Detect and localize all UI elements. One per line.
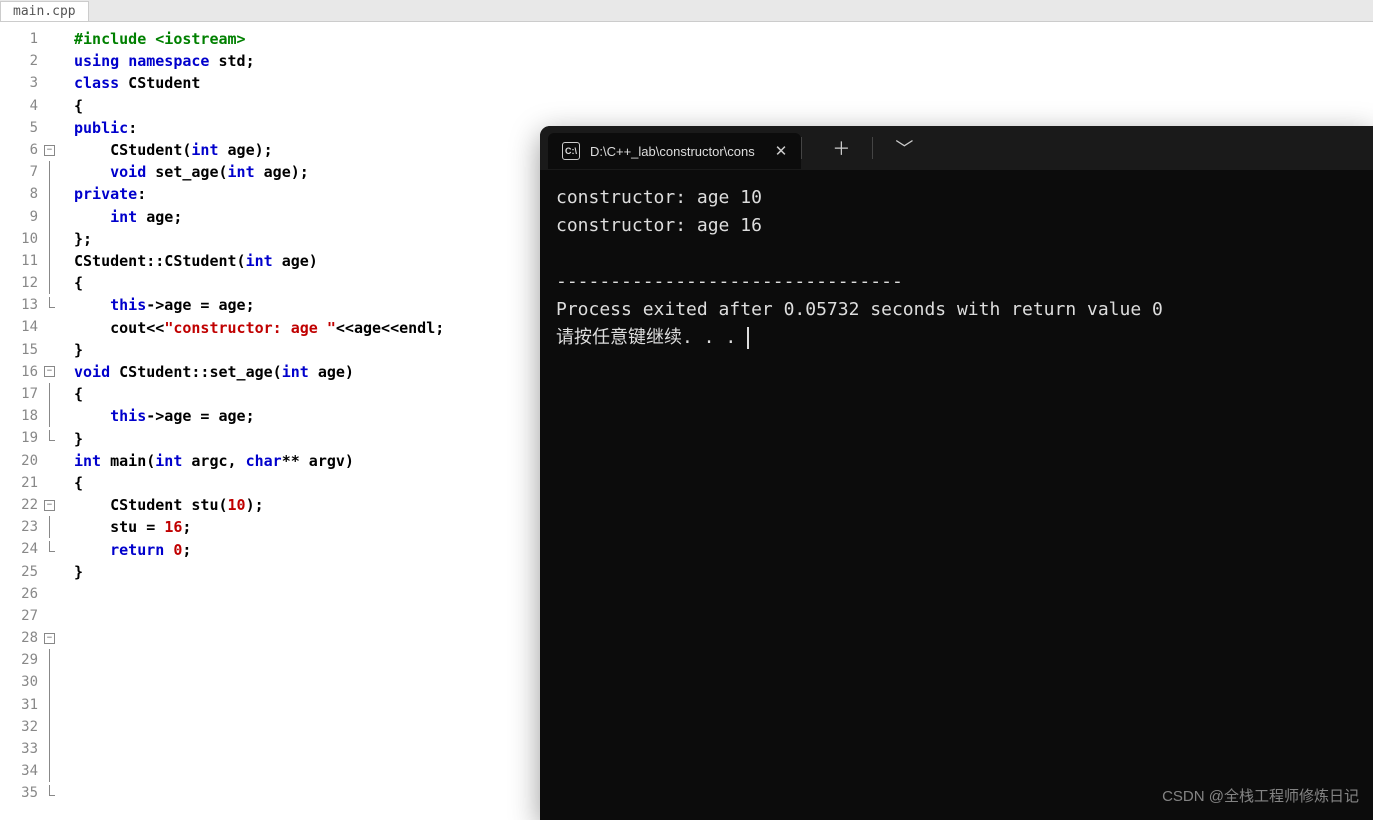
terminal-tab-title: D:\C++_lab\constructor\cons xyxy=(590,144,755,159)
fold-marker xyxy=(44,694,66,716)
line-number: 6 xyxy=(0,139,38,161)
line-number: 3 xyxy=(0,72,38,94)
fold-marker xyxy=(44,161,66,183)
line-number: 18 xyxy=(0,405,38,427)
line-number: 15 xyxy=(0,339,38,361)
editor-tab-bar: main.cpp xyxy=(0,0,1373,22)
line-number: 1 xyxy=(0,28,38,50)
fold-marker[interactable]: − xyxy=(44,627,66,649)
fold-marker xyxy=(44,183,66,205)
line-number: 30 xyxy=(0,671,38,693)
fold-marker xyxy=(44,72,66,94)
line-number: 29 xyxy=(0,649,38,671)
fold-marker[interactable]: − xyxy=(44,361,66,383)
line-number: 10 xyxy=(0,228,38,250)
code-line[interactable]: #include <iostream> xyxy=(74,28,1373,50)
fold-marker[interactable]: − xyxy=(44,139,66,161)
line-number: 14 xyxy=(0,316,38,338)
fold-marker xyxy=(44,561,66,583)
code-line[interactable]: class CStudent xyxy=(74,72,1373,94)
code-line[interactable]: using namespace std; xyxy=(74,50,1373,72)
titlebar-divider xyxy=(801,137,802,159)
line-number: 26 xyxy=(0,583,38,605)
line-number: 35 xyxy=(0,782,38,804)
line-number: 5 xyxy=(0,117,38,139)
line-number: 16 xyxy=(0,361,38,383)
fold-column[interactable]: − − − − xyxy=(44,22,66,820)
line-number: 4 xyxy=(0,95,38,117)
fold-marker xyxy=(44,427,66,449)
fold-marker xyxy=(44,28,66,50)
fold-marker xyxy=(44,272,66,294)
new-tab-icon[interactable]: ＋ xyxy=(832,135,850,161)
fold-marker xyxy=(44,316,66,338)
fold-marker xyxy=(44,516,66,538)
terminal-window: C:\ D:\C++_lab\constructor\cons ✕ ＋ ﹀ co… xyxy=(540,126,1373,820)
terminal-actions: ＋ ﹀ xyxy=(812,126,933,170)
line-number: 33 xyxy=(0,738,38,760)
terminal-tab[interactable]: C:\ D:\C++_lab\constructor\cons ✕ xyxy=(548,133,801,169)
line-number: 8 xyxy=(0,183,38,205)
fold-marker xyxy=(44,95,66,117)
line-number: 25 xyxy=(0,561,38,583)
fold-marker xyxy=(44,760,66,782)
line-number: 34 xyxy=(0,760,38,782)
watermark: CSDN @全栈工程师修炼日记 xyxy=(1162,785,1359,806)
fold-marker xyxy=(44,228,66,250)
fold-marker xyxy=(44,605,66,627)
fold-marker xyxy=(44,383,66,405)
terminal-titlebar[interactable]: C:\ D:\C++_lab\constructor\cons ✕ ＋ ﹀ xyxy=(540,126,1373,170)
line-number: 21 xyxy=(0,472,38,494)
fold-marker xyxy=(44,782,66,804)
close-icon[interactable]: ✕ xyxy=(775,142,788,160)
line-number: 32 xyxy=(0,716,38,738)
terminal-output[interactable]: constructor: age 10 constructor: age 16 … xyxy=(540,170,1373,366)
line-number-gutter: 1234567891011121314151617181920212223242… xyxy=(0,22,44,820)
fold-marker xyxy=(44,294,66,316)
fold-marker xyxy=(44,472,66,494)
fold-marker xyxy=(44,339,66,361)
line-number: 2 xyxy=(0,50,38,72)
fold-marker xyxy=(44,405,66,427)
fold-marker[interactable]: − xyxy=(44,494,66,516)
line-number: 20 xyxy=(0,450,38,472)
fold-marker xyxy=(44,206,66,228)
line-number: 28 xyxy=(0,627,38,649)
line-number: 23 xyxy=(0,516,38,538)
fold-marker xyxy=(44,649,66,671)
line-number: 17 xyxy=(0,383,38,405)
terminal-cursor xyxy=(747,327,749,349)
fold-marker xyxy=(44,450,66,472)
line-number: 13 xyxy=(0,294,38,316)
line-number: 22 xyxy=(0,494,38,516)
line-number: 7 xyxy=(0,161,38,183)
fold-marker xyxy=(44,250,66,272)
fold-marker xyxy=(44,716,66,738)
line-number: 9 xyxy=(0,206,38,228)
fold-marker xyxy=(44,538,66,560)
line-number: 31 xyxy=(0,694,38,716)
line-number: 12 xyxy=(0,272,38,294)
terminal-app-icon: C:\ xyxy=(562,142,580,160)
fold-marker xyxy=(44,738,66,760)
code-line[interactable]: { xyxy=(74,95,1373,117)
line-number: 24 xyxy=(0,538,38,560)
titlebar-divider xyxy=(872,137,873,159)
line-number: 19 xyxy=(0,427,38,449)
editor-tab[interactable]: main.cpp xyxy=(0,1,89,21)
fold-marker xyxy=(44,671,66,693)
fold-marker xyxy=(44,50,66,72)
chevron-down-icon[interactable]: ﹀ xyxy=(895,135,913,161)
line-number: 11 xyxy=(0,250,38,272)
line-number: 27 xyxy=(0,605,38,627)
fold-marker xyxy=(44,117,66,139)
fold-marker xyxy=(44,583,66,605)
